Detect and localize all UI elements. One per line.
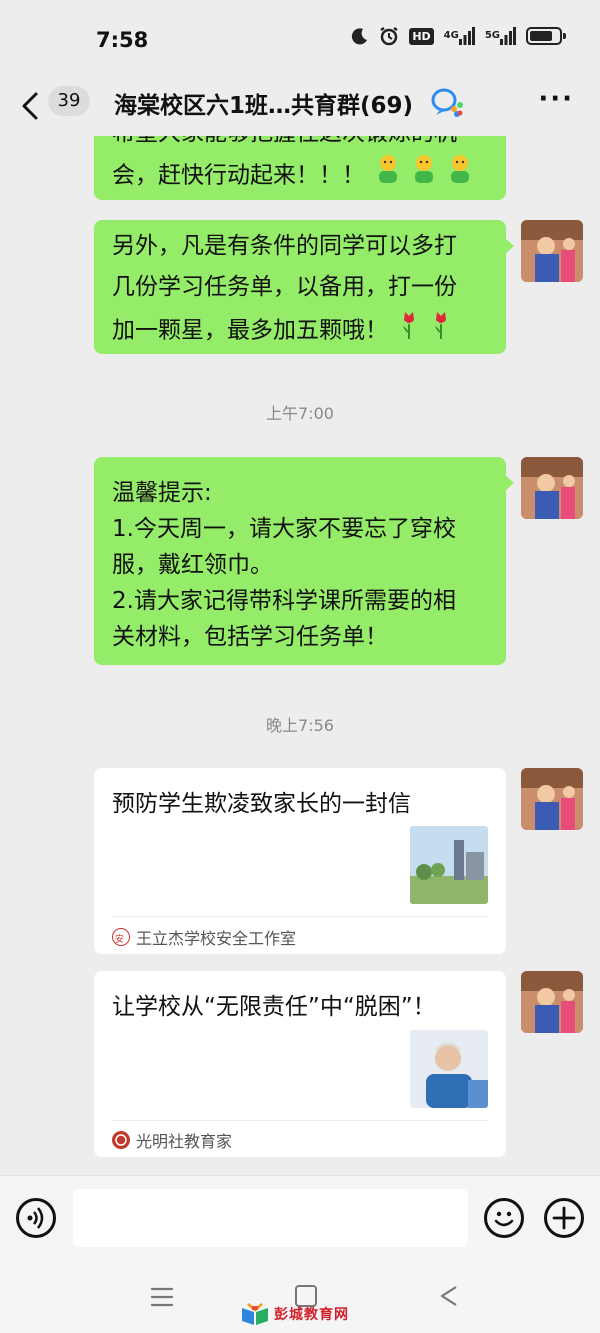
avatar[interactable] (521, 220, 583, 282)
status-icons: HD 4G 5G (351, 26, 566, 46)
plus-icon (552, 1206, 576, 1230)
emoji-button[interactable] (484, 1198, 524, 1238)
status-bar: 7:58 HD 4G 5G (0, 0, 600, 80)
article-card-title: 让学校从“无限责任”中“脱困”！ (112, 994, 436, 1020)
article-thumbnail (410, 1030, 488, 1108)
status-time: 7:58 (96, 28, 149, 52)
triangle-back-icon (440, 1286, 457, 1306)
message-line-text: 加一颗星，最多加五颗哦！ (112, 317, 388, 344)
input-bar (0, 1175, 600, 1260)
wecom-icon (430, 86, 464, 118)
message-line: 另外，凡是有条件的同学可以多打 (112, 233, 457, 259)
avatar[interactable] (521, 971, 583, 1033)
unread-count-badge[interactable]: 39 (48, 86, 90, 116)
article-source: 安 王立杰学校安全工作室 (112, 925, 296, 949)
message-line: 服，戴红领巾。 (112, 552, 273, 578)
message-line: 关材料，包括学习任务单！ (112, 624, 388, 650)
timestamp: 上午7:00 (266, 404, 334, 423)
more-button[interactable]: ··· (538, 84, 574, 114)
card-divider (112, 1120, 488, 1121)
more-functions-button[interactable] (544, 1198, 584, 1238)
message-list[interactable]: 希望大家能够把握住这次锻炼的机 会，赶快行动起来！！！ 另外，凡是有条件的同学可… (0, 136, 600, 1175)
book-logo-icon (242, 1303, 268, 1325)
article-card[interactable]: 让学校从“无限责任”中“脱困”！ 光明社教育家 (94, 971, 506, 1157)
chevron-left-icon (22, 92, 38, 120)
watermark-text: 彭城教育网 (274, 1307, 349, 1323)
message-line: 加一颗星，最多加五颗哦！ (112, 308, 459, 354)
article-source-name: 王立杰学校安全工作室 (136, 929, 297, 948)
signal-icon: 4G (444, 27, 475, 45)
message-line: 1.今天周一，请大家不要忘了穿校 (112, 516, 456, 542)
message-line: 会，赶快行动起来！！！ (112, 154, 480, 198)
message-input[interactable] (73, 1189, 468, 1247)
svg-text:安: 安 (115, 933, 124, 945)
recents-button[interactable] (150, 1286, 174, 1308)
message-line: 几份学习任务单，以备用，打一份 (112, 274, 457, 300)
avatar[interactable] (521, 768, 583, 830)
article-source: 光明社教育家 (112, 1128, 232, 1152)
chat-header: 39 海棠校区六1班…共育群(69) ··· (0, 80, 600, 136)
network-type-label: 5G (484, 30, 500, 41)
system-nav-bar: 彭城教育网 (0, 1260, 600, 1333)
menu-icon (150, 1287, 174, 1307)
alarm-icon (379, 26, 399, 46)
message-line-text: 会，赶快行动起来！！！ (112, 162, 365, 189)
card-divider (112, 916, 488, 917)
network-type-label: 4G (443, 30, 459, 41)
voice-icon (27, 1207, 44, 1229)
article-card-title: 预防学生欺凌致家长的一封信 (112, 791, 411, 817)
message-line: 温馨提示: (112, 480, 212, 506)
person-emoji-icon (372, 154, 480, 198)
message-bubble[interactable]: 希望大家能够把握住这次锻炼的机 会，赶快行动起来！！！ (94, 136, 506, 200)
article-thumbnail (410, 826, 488, 904)
system-back-button[interactable] (438, 1284, 460, 1308)
smiley-icon (494, 1211, 514, 1227)
article-card[interactable]: 预防学生欺凌致家长的一封信 安 王立杰学校安全工作室 (94, 768, 506, 954)
signal-icon: 5G (485, 27, 516, 45)
tulip-emoji-icon (395, 308, 459, 354)
source-logo-icon (112, 1131, 130, 1149)
moon-icon (351, 27, 369, 45)
voice-button[interactable] (16, 1198, 56, 1238)
message-line: 2.请大家记得带科学课所需要的相 (112, 588, 456, 614)
avatar[interactable] (521, 457, 583, 519)
back-button[interactable] (18, 86, 44, 126)
source-logo-icon: 安 (112, 928, 130, 946)
battery-level (530, 31, 552, 41)
message-line: 希望大家能够把握住这次锻炼的机 (112, 136, 457, 154)
message-bubble[interactable]: 另外，凡是有条件的同学可以多打 几份学习任务单，以备用，打一份 加一颗星，最多加… (94, 220, 514, 354)
battery-icon (526, 27, 566, 45)
chat-title: 海棠校区六1班…共育群(69) (114, 93, 414, 119)
message-bubble[interactable]: 温馨提示: 1.今天周一，请大家不要忘了穿校 服，戴红领巾。 2.请大家记得带科… (94, 457, 514, 665)
article-source-name: 光明社教育家 (136, 1132, 233, 1151)
timestamp: 晚上7:56 (266, 716, 334, 735)
watermark: 彭城教育网 (240, 1302, 349, 1326)
hd-icon: HD (409, 27, 434, 45)
